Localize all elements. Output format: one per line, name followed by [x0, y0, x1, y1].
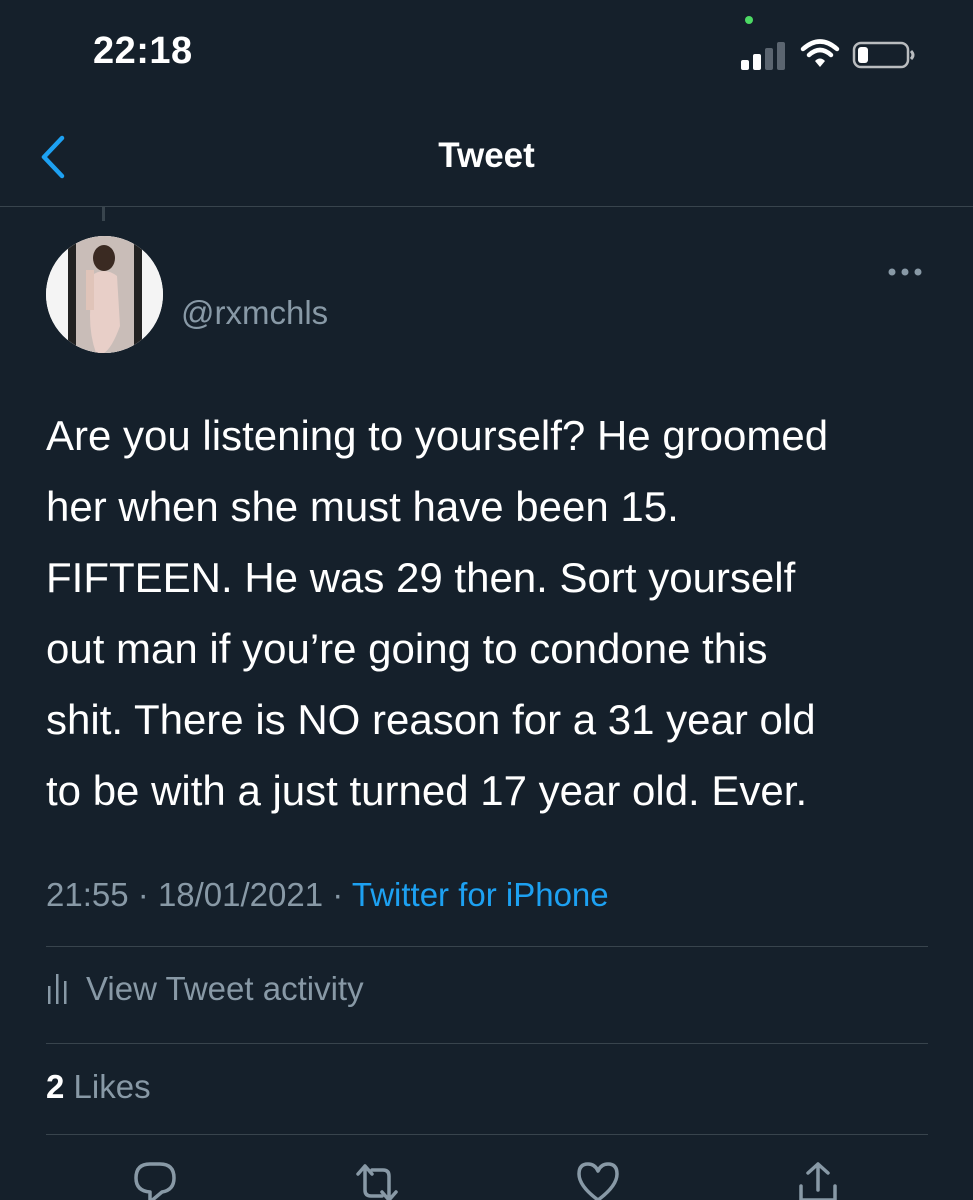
tweet-meta: 21:55 · 18/01/2021 · Twitter for iPhone — [46, 876, 609, 914]
author-handle[interactable]: @rxmchls — [181, 294, 328, 332]
tweet-text: Are you listening to yourself? He groome… — [46, 412, 829, 814]
mic-indicator-icon — [745, 16, 753, 24]
tweet-detail-screen: 22:18 Tweet @rxmchls Are you listening t… — [0, 0, 973, 1200]
view-tweet-activity-button[interactable]: View Tweet activity — [46, 970, 364, 1008]
meta-separator: · — [332, 876, 344, 913]
likes-count: 2 — [46, 1068, 65, 1105]
reply-icon[interactable] — [132, 1160, 178, 1200]
like-icon[interactable] — [575, 1160, 621, 1200]
likes-label: Likes — [73, 1068, 151, 1105]
tweet-date: 18/01/2021 — [157, 876, 324, 913]
retweet-icon[interactable] — [354, 1160, 400, 1200]
divider — [46, 1043, 928, 1044]
battery-icon — [852, 41, 915, 69]
header-divider — [0, 206, 973, 207]
avatar[interactable] — [46, 236, 163, 353]
tweet-time: 21:55 — [46, 876, 129, 913]
page-title: Tweet — [438, 136, 535, 175]
tweet-source-link[interactable]: Twitter for iPhone — [352, 876, 609, 913]
meta-separator: · — [137, 876, 149, 913]
likes-stat[interactable]: 2 Likes — [46, 1068, 151, 1106]
analytics-icon — [48, 974, 67, 1004]
more-options-icon[interactable] — [884, 262, 926, 282]
divider — [46, 946, 928, 947]
wifi-icon — [800, 39, 840, 67]
status-time: 22:18 — [93, 30, 193, 72]
view-tweet-activity-label: View Tweet activity — [86, 970, 364, 1007]
signal-icon — [741, 42, 785, 70]
divider — [46, 1134, 928, 1135]
thread-connector-line — [102, 207, 105, 221]
share-icon[interactable] — [795, 1160, 841, 1200]
